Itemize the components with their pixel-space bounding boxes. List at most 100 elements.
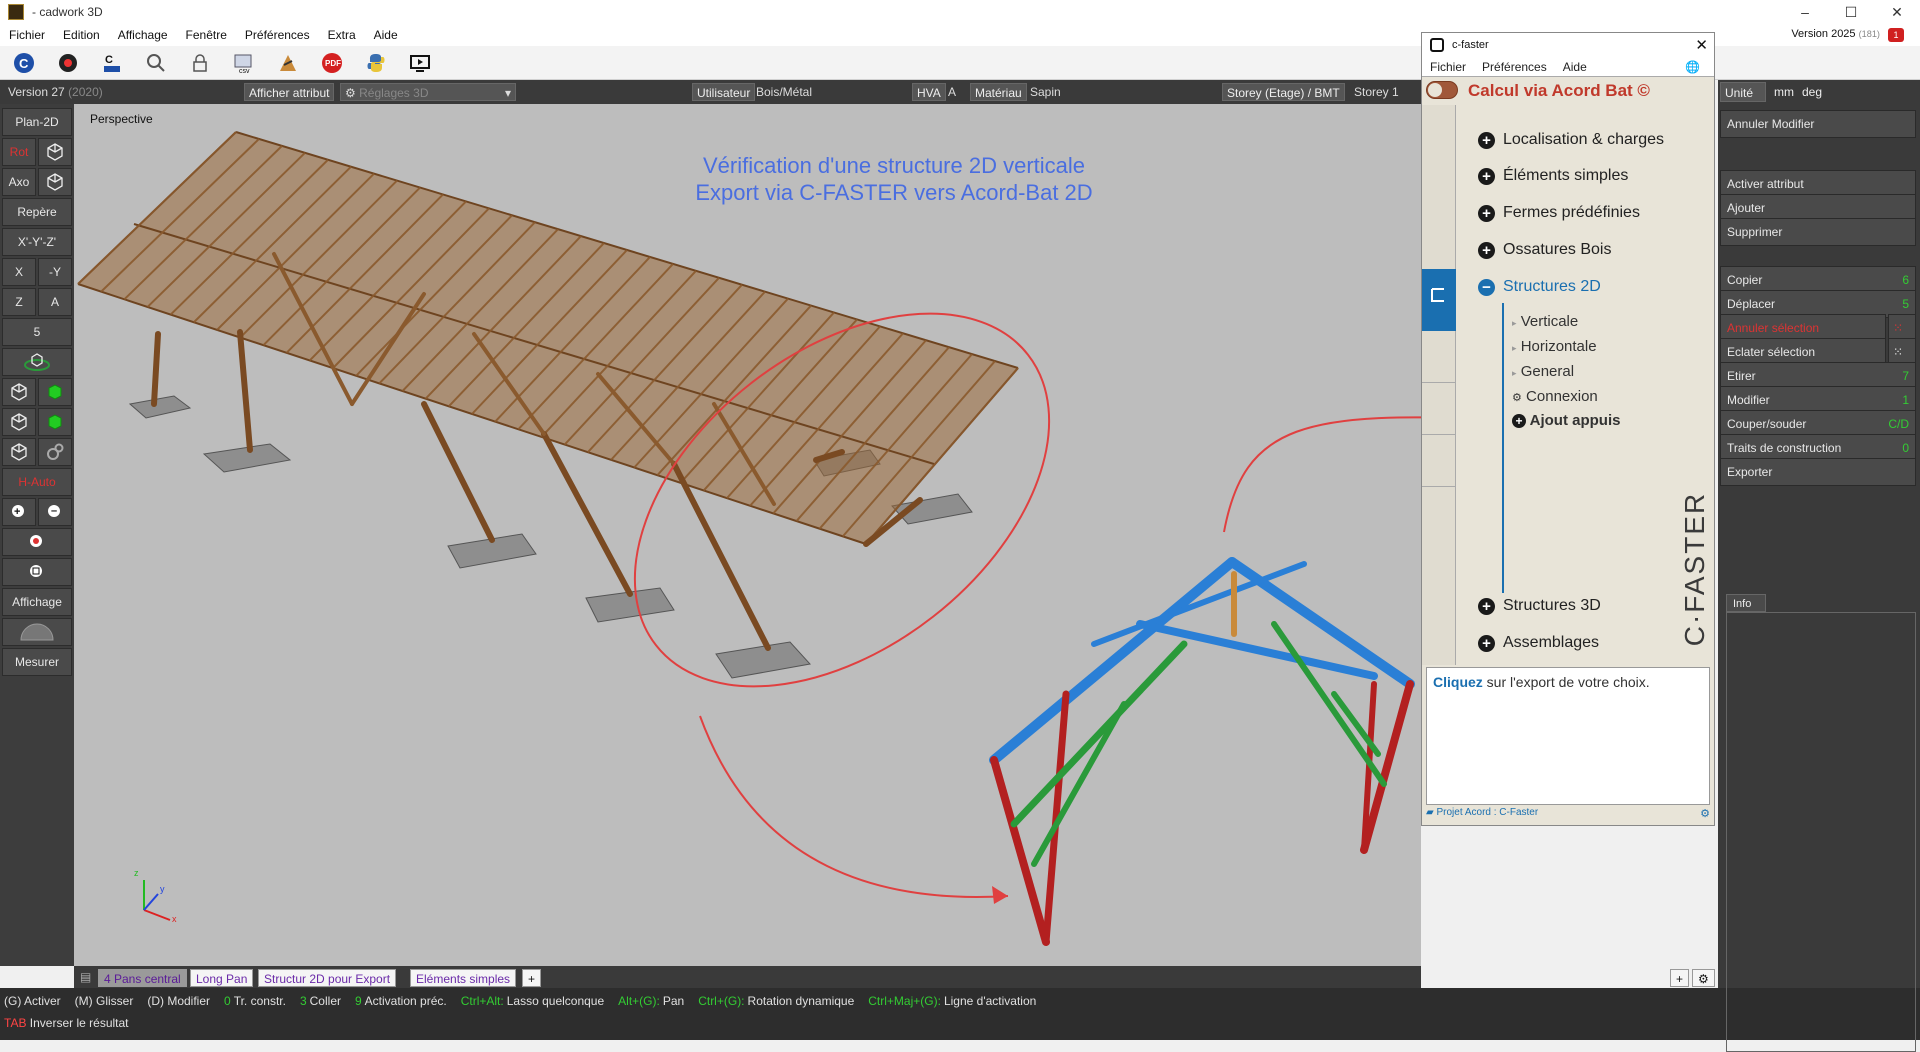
add-view-button[interactable]: + <box>1670 969 1690 987</box>
five-button[interactable]: 5 <box>2 318 72 346</box>
mesurer-button[interactable]: Mesurer <box>2 648 72 676</box>
globe-icon[interactable]: 🌐 <box>1677 60 1708 74</box>
sub-general[interactable]: ▸ General <box>1512 363 1574 380</box>
menu-fenetre[interactable]: Fenêtre <box>177 28 236 42</box>
z-view-button[interactable]: Z <box>2 288 36 316</box>
rotate-view-icon[interactable] <box>2 348 72 376</box>
close-icon[interactable]: ✕ <box>1695 36 1708 54</box>
add-tab-button[interactable]: + <box>522 969 542 987</box>
zoom-in-icon[interactable]: + <box>2 498 36 526</box>
menu-extra[interactable]: Extra <box>319 28 365 42</box>
menu-fichier[interactable]: Fichier <box>0 28 54 42</box>
cf-menu-preferences[interactable]: Préférences <box>1474 60 1555 74</box>
hidden-cube-icon[interactable] <box>2 408 36 436</box>
minus-y-view-button[interactable]: -Y <box>38 258 72 286</box>
c-faster-active-side-tab[interactable] <box>1422 269 1456 331</box>
csv-icon[interactable]: csv <box>230 49 258 77</box>
sub-horizontale[interactable]: ▸ Horizontale <box>1512 338 1597 355</box>
h-auto-button[interactable]: H-Auto <box>2 468 72 496</box>
import-icon[interactable] <box>274 49 302 77</box>
tab-scroll-icon[interactable]: ▤ <box>80 970 91 984</box>
menu-affichage[interactable]: Affichage <box>109 28 177 42</box>
c-faster-icon[interactable]: C <box>98 49 126 77</box>
menu-aide[interactable]: Aide <box>365 28 407 42</box>
cmd-button[interactable]: Supprimer <box>1720 218 1916 246</box>
3d-viewport[interactable]: Perspective Vérification d'une structure… <box>74 104 1421 966</box>
axo-button[interactable]: Axo <box>2 168 36 196</box>
cube-view-icon[interactable] <box>38 138 72 166</box>
c-faster-side-tab-4[interactable] <box>1422 435 1456 487</box>
menu-preferences[interactable]: Préférences <box>236 28 319 42</box>
software-version: Version 27 (2020) <box>8 85 103 99</box>
python-icon[interactable] <box>362 49 390 77</box>
c-faster-side-tab-2[interactable] <box>1422 331 1456 383</box>
c-faster-brand: C·FASTER <box>1679 491 1711 647</box>
zoom-all-icon[interactable] <box>2 528 72 556</box>
search-icon[interactable] <box>142 49 170 77</box>
menu-elements-simples[interactable]: + Éléments simples <box>1478 167 1628 185</box>
close-icon[interactable]: ✕ <box>1874 0 1920 24</box>
tab-4-pans-central[interactable]: 4 Pans central <box>98 969 187 987</box>
c-faster-side-tab-3[interactable] <box>1422 383 1456 435</box>
menu-ossatures-bois[interactable]: + Ossatures Bois <box>1478 241 1611 259</box>
calc-toggle[interactable] <box>1426 81 1458 99</box>
menu-structures-2d[interactable]: − Structures 2D <box>1478 278 1601 296</box>
shortcut-hints-row2: TAB Inverser le résultat <box>4 1016 129 1030</box>
wireframe-cube-icon[interactable] <box>2 378 36 406</box>
view-settings-icon[interactable]: ⚙ <box>1692 969 1715 987</box>
unit-button[interactable]: Unité <box>1720 82 1766 102</box>
svg-text:csv: csv <box>239 68 250 75</box>
cube-settings-icon[interactable] <box>2 438 36 466</box>
plus-icon: + <box>1478 204 1495 222</box>
rot-button[interactable]: Rot <box>2 138 36 166</box>
sub-verticale[interactable]: ▸ Verticale <box>1512 313 1578 330</box>
sub-connexion[interactable]: ⚙ Connexion <box>1512 388 1598 405</box>
shaded-green-cube-icon[interactable] <box>38 408 72 436</box>
tab-structur-2d-export[interactable]: Structur 2D pour Export <box>258 969 397 987</box>
plan2d-button[interactable]: Plan-2D <box>2 108 72 136</box>
menu-localisation-charges[interactable]: + Localisation & charges <box>1478 131 1664 149</box>
gears-icon[interactable] <box>38 438 72 466</box>
sub-ajout-appuis[interactable]: + Ajout appuis <box>1512 412 1620 429</box>
a-view-button[interactable]: A <box>38 288 72 316</box>
svg-text:C: C <box>19 56 29 71</box>
lock-icon[interactable] <box>186 49 214 77</box>
hva-button[interactable]: HVA <box>912 83 946 101</box>
utilisateur-button[interactable]: Utilisateur <box>692 83 756 101</box>
screen-icon[interactable] <box>406 49 434 77</box>
repere-button[interactable]: Repère <box>2 198 72 226</box>
zoom-window-icon[interactable] <box>2 558 72 586</box>
materiau-button[interactable]: Matériau <box>970 83 1027 101</box>
x-view-button[interactable]: X <box>2 258 36 286</box>
tab-elements-simples[interactable]: Eléments simples <box>410 969 517 987</box>
cf-menu-fichier[interactable]: Fichier <box>1422 60 1474 74</box>
c-icon[interactable]: C <box>10 49 38 77</box>
zoom-out-icon[interactable]: – <box>38 498 72 526</box>
cube-axo-icon[interactable] <box>38 168 72 196</box>
cf-menu-aide[interactable]: Aide <box>1555 60 1595 74</box>
status-hint: Ctrl+Maj+(G): <box>868 994 941 1008</box>
cmd-button[interactable]: Annuler Modifier <box>1720 110 1916 138</box>
protractor-icon[interactable] <box>2 618 72 646</box>
solid-green-cube-icon[interactable] <box>38 378 72 406</box>
menu-edition[interactable]: Edition <box>54 28 109 42</box>
gears-icon[interactable]: ⚙ <box>1700 807 1710 820</box>
reglages-select[interactable]: ⚙ Réglages 3D ▾ <box>340 83 516 101</box>
plus-icon: + <box>1478 167 1495 185</box>
storey-button[interactable]: Storey (Etage) / BMT <box>1222 83 1345 101</box>
afficher-attribut-button[interactable]: Afficher attribut <box>244 83 335 101</box>
cmd-button[interactable]: Exporter <box>1720 458 1916 486</box>
affichage-button[interactable]: Affichage <box>2 588 72 616</box>
maximize-icon[interactable]: ☐ <box>1828 0 1874 24</box>
notification-badge[interactable]: 1 <box>1888 28 1904 42</box>
menu-structures-3d[interactable]: + Structures 3D <box>1478 597 1601 615</box>
info-tab[interactable]: Info <box>1726 594 1766 612</box>
menu-fermes-predefinies[interactable]: + Fermes prédéfinies <box>1478 204 1640 222</box>
gear-icon[interactable] <box>54 49 82 77</box>
xyz-button[interactable]: X'-Y'-Z' <box>2 228 72 256</box>
menu-assemblages[interactable]: + Assemblages <box>1478 634 1599 652</box>
timber-frame-3d-model <box>77 131 1421 946</box>
tab-long-pan[interactable]: Long Pan <box>190 969 254 987</box>
minimize-icon[interactable]: – <box>1782 0 1828 24</box>
pdf-icon[interactable]: PDF <box>318 49 346 77</box>
